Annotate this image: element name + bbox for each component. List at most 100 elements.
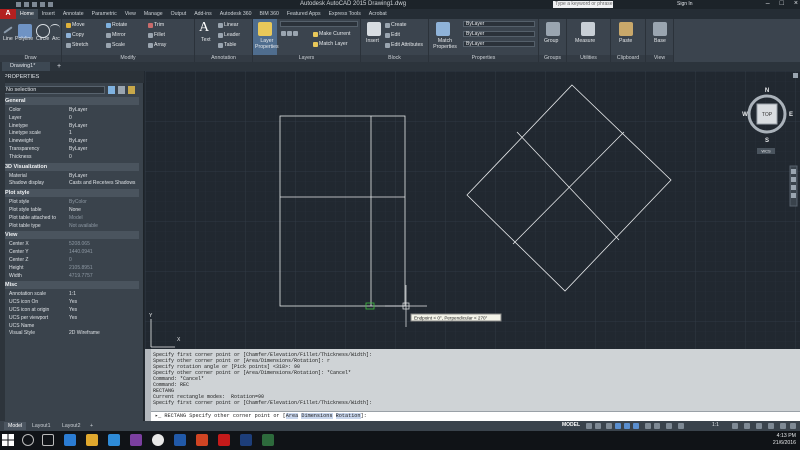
transparency-icon[interactable] (654, 423, 660, 429)
property-row[interactable]: Center Z 0 (9, 256, 139, 264)
linetype-combo[interactable]: ByLayer (463, 41, 535, 47)
property-value[interactable]: 5208.065 (69, 240, 139, 248)
layer-combo[interactable] (280, 21, 358, 27)
modify-panel-label[interactable]: Modify (62, 55, 194, 62)
redo-icon[interactable] (48, 2, 53, 7)
lineweight-icon[interactable] (645, 423, 651, 429)
file-tab-drawing1[interactable]: Drawing1* (2, 62, 50, 71)
property-row[interactable]: Shadow display Casts and Receives Shadows (9, 179, 139, 187)
property-value[interactable]: None (69, 206, 139, 214)
new-layout-button[interactable]: + (86, 422, 97, 430)
draw-panel-label[interactable]: Draw (0, 55, 61, 62)
view-panel-label[interactable]: View (646, 55, 673, 62)
command-input[interactable]: ▸_ RECTANG Specify other corner point or… (151, 411, 800, 421)
property-value[interactable]: ByLayer (69, 137, 139, 145)
workspace-gear-icon[interactable] (732, 423, 738, 429)
autocad-icon[interactable] (218, 434, 230, 446)
windows-start-icon[interactable] (2, 434, 14, 446)
viewcube-top-label[interactable]: TOP (762, 112, 773, 118)
property-value[interactable]: Model (69, 214, 139, 222)
annotation-scale[interactable]: 1:1 (712, 422, 719, 428)
object-snap-icon[interactable] (633, 423, 639, 429)
ribbon-tab-express-tools[interactable]: Express Tools (325, 9, 365, 19)
property-row[interactable]: UCS icon On Yes (9, 298, 139, 306)
new-tab-button[interactable]: + (54, 62, 64, 71)
move-button[interactable]: Move (66, 22, 85, 28)
category-misc[interactable]: Misc (3, 281, 139, 290)
property-row[interactable]: UCS icon at origin Yes (9, 306, 139, 314)
viewcube-east[interactable]: E (789, 112, 793, 118)
property-row[interactable]: Visual Style 2D Wireframe (9, 329, 139, 337)
category-plot-style[interactable]: Plot style (3, 189, 139, 198)
property-row[interactable]: Thickness 0 (9, 153, 139, 161)
property-row[interactable]: Linetype ByLayer (9, 122, 139, 130)
make-current-button[interactable]: Make Current (313, 31, 350, 37)
ortho-icon[interactable] (606, 423, 612, 429)
property-row[interactable]: Transparency ByLayer (9, 145, 139, 153)
property-row[interactable]: Material ByLayer (9, 172, 139, 180)
layer-off-icon[interactable] (281, 31, 286, 36)
property-row[interactable]: Width 4719.7757 (9, 272, 139, 280)
photoshop-icon[interactable] (240, 434, 252, 446)
ribbon-tab-featured-apps[interactable]: Featured Apps (283, 9, 325, 19)
navigation-bar[interactable] (789, 165, 798, 207)
category-general[interactable]: General (3, 97, 139, 105)
hardware-acceleration-icon[interactable] (768, 423, 774, 429)
edit-attributes-button[interactable]: Edit Attributes (385, 42, 423, 48)
ribbon-tab-home[interactable]: Home (16, 9, 38, 19)
select-objects-icon[interactable] (118, 86, 125, 94)
isolate-objects-icon[interactable] (756, 423, 762, 429)
property-value[interactable]: 2105.8951 (69, 264, 139, 272)
scale-button[interactable]: Scale (106, 42, 125, 48)
property-row[interactable]: Plot table type Not available (9, 222, 139, 230)
toggle-pickadd-icon[interactable] (108, 86, 115, 94)
leader-button[interactable]: Leader (218, 32, 240, 38)
property-value[interactable]: 1 (69, 129, 139, 137)
paste-button[interactable]: Paste (619, 38, 632, 44)
properties-panel-label[interactable]: Properties (429, 55, 538, 62)
annotation-panel-label[interactable]: Annotation (195, 55, 252, 62)
table-button[interactable]: Table (218, 42, 236, 48)
viewcube-south[interactable]: S (765, 138, 769, 144)
property-value[interactable]: ByLayer (69, 122, 139, 130)
ribbon-tab-insert[interactable]: Insert (38, 9, 59, 19)
ribbon-tab-autodesk-360[interactable]: Autodesk 360 (216, 9, 256, 19)
edge-icon[interactable] (64, 434, 76, 446)
stretch-button[interactable]: Stretch (66, 42, 88, 48)
customization-icon[interactable] (790, 423, 796, 429)
color-combo[interactable]: ByLayer (463, 21, 535, 27)
linear-dimension-button[interactable]: Linear (218, 22, 238, 28)
orbit-icon[interactable] (791, 193, 796, 198)
app-icon[interactable] (262, 434, 274, 446)
powerpoint-icon[interactable] (196, 434, 208, 446)
property-row[interactable]: Layer 0 (9, 114, 139, 122)
property-row[interactable]: Plot style table None (9, 206, 139, 214)
palette-side-strip[interactable] (0, 71, 5, 421)
property-row[interactable]: UCS Name (9, 322, 139, 330)
groups-panel-label[interactable]: Groups (539, 55, 566, 62)
full-navigation-wheel-icon[interactable] (791, 169, 796, 174)
edit-block-button[interactable]: Edit (385, 32, 400, 38)
system-tray[interactable]: 4:13 PM 21/6/2016 (773, 433, 796, 447)
minimize-button[interactable]: – (766, 0, 770, 7)
match-layer-button[interactable]: Match Layer (313, 41, 348, 47)
property-value[interactable]: 2D Wireframe (69, 329, 139, 337)
onenote-icon[interactable] (130, 434, 142, 446)
trim-button[interactable]: Trim (148, 22, 164, 28)
quick-select-icon[interactable] (128, 86, 135, 94)
array-button[interactable]: Array (148, 42, 166, 48)
model-space-button[interactable]: MODEL (562, 422, 580, 428)
rotate-button[interactable]: Rotate (106, 22, 127, 28)
polar-tracking-icon[interactable] (615, 423, 621, 429)
application-menu-button[interactable]: A (0, 9, 16, 19)
arc-button[interactable]: Arc (52, 36, 60, 42)
close-button[interactable]: × (794, 0, 798, 7)
layout-tab-model[interactable]: Model (4, 422, 27, 430)
property-row[interactable]: Center Y 1440.0941 (9, 248, 139, 256)
maximize-button[interactable]: □ (780, 0, 784, 7)
property-value[interactable]: ByColor (69, 198, 139, 206)
ribbon-tab-acrobat[interactable]: Acrobat (365, 9, 391, 19)
property-value[interactable] (69, 322, 139, 330)
object-snap-tracking-icon[interactable] (624, 423, 630, 429)
sign-in-button[interactable]: Sign In (677, 1, 693, 7)
